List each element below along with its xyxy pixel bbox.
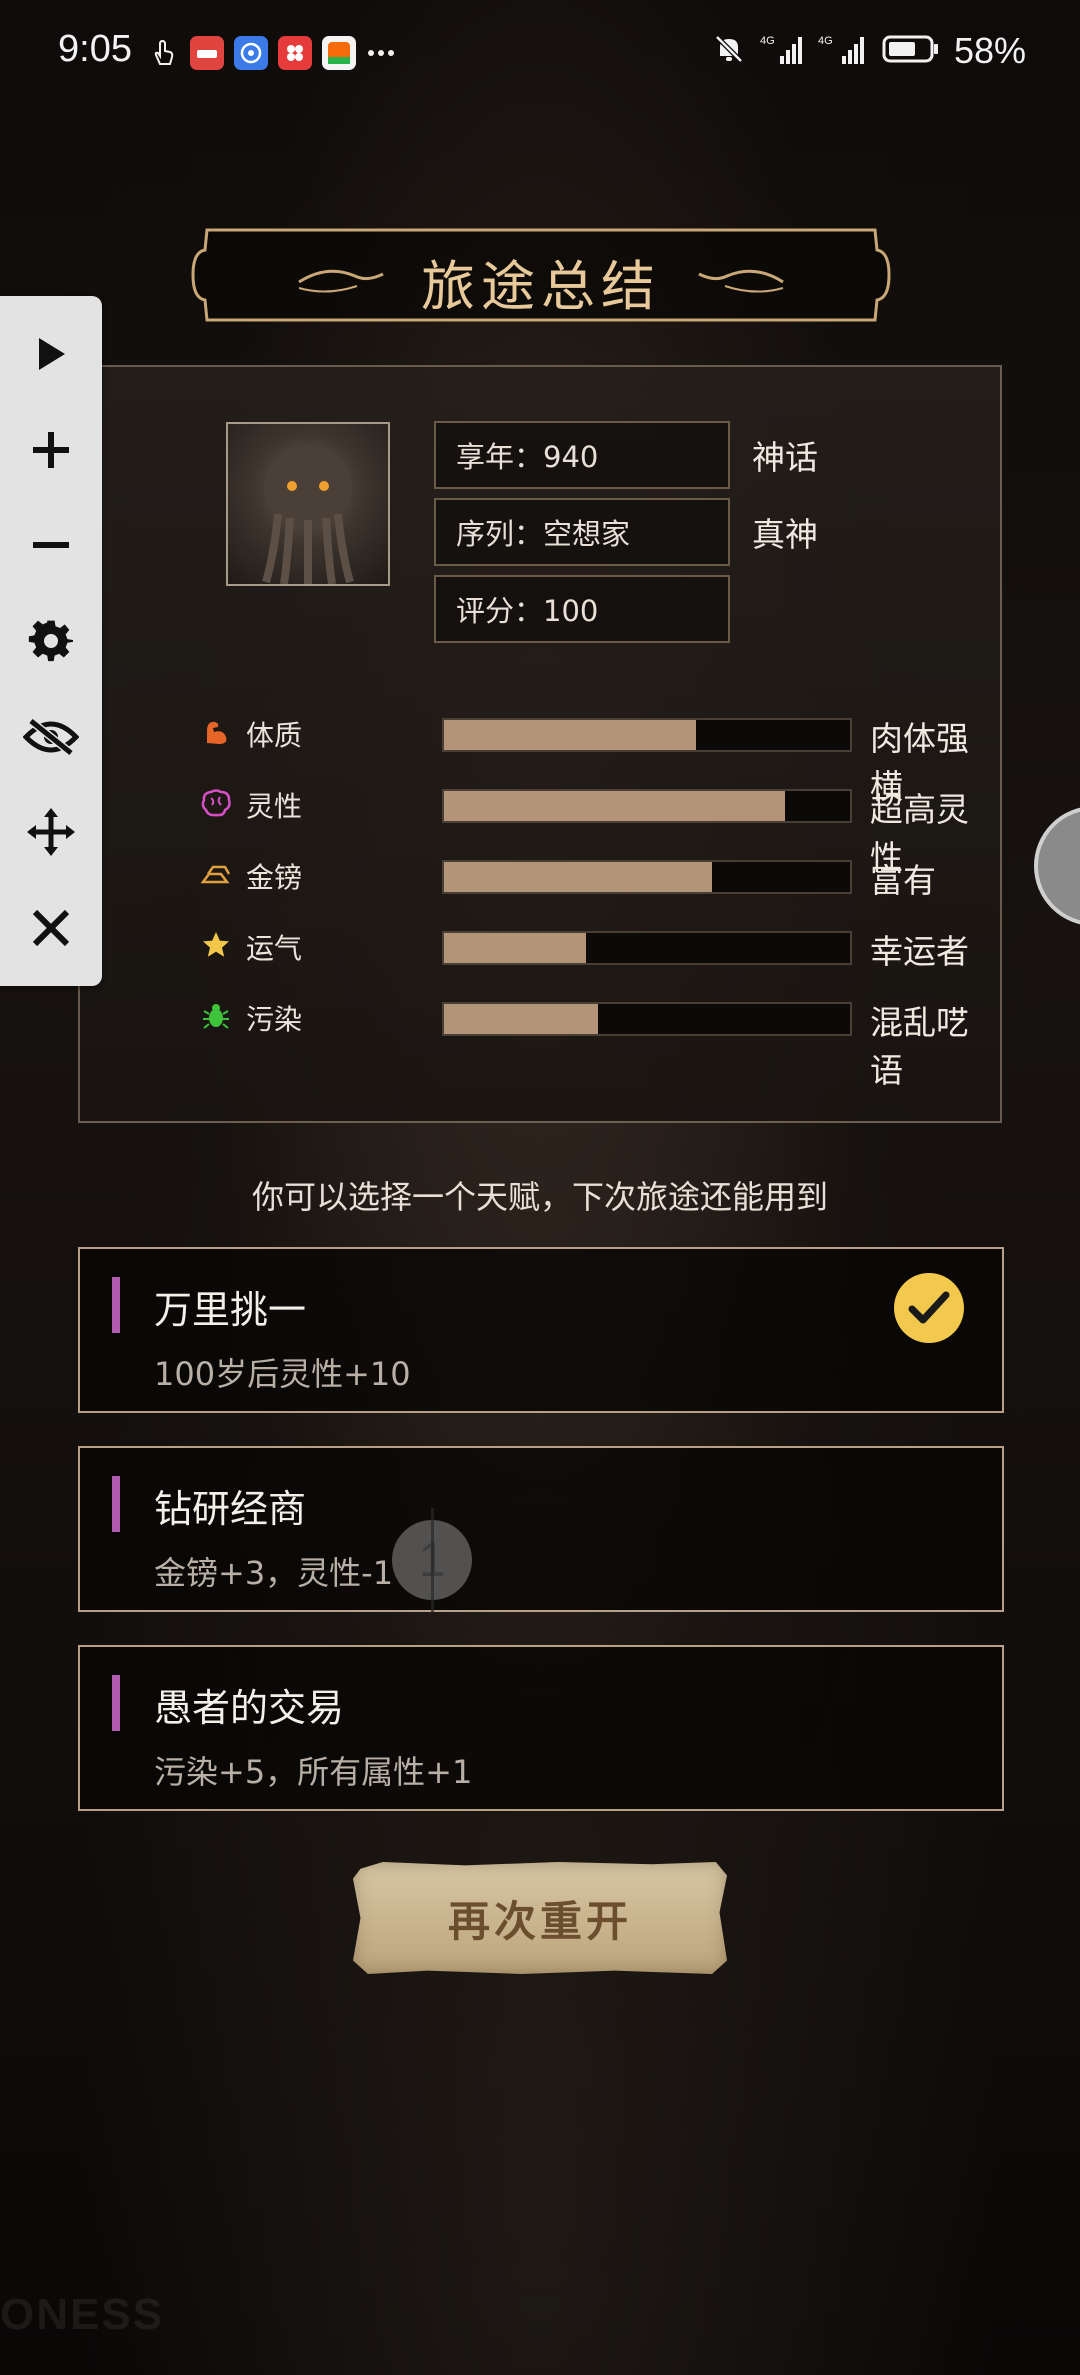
attribute-bar-fill — [444, 933, 587, 963]
watermark-text: ONESS — [0, 2290, 165, 2339]
talent-card-3[interactable]: 愚者的交易 污染+5，所有属性+1 — [78, 1645, 1004, 1811]
battery-icon — [882, 34, 940, 68]
attribute-description: 富有 — [870, 861, 936, 900]
talent-description: 金镑+3，灵性-1 — [154, 1554, 394, 1592]
svg-text:4G: 4G — [818, 35, 833, 47]
talent-title: 万里挑一 — [154, 1288, 307, 1332]
talent-title: 钻研经商 — [154, 1487, 307, 1531]
battery-percentage: 58% — [953, 30, 1026, 71]
minus-icon[interactable] — [21, 515, 81, 575]
sequence-box: 序列：空想家 — [434, 498, 730, 566]
summary-panel: 享年：940 神话 序列：空想家 真神 评分：100 体质 肉体强横 灵性 超高… — [78, 365, 1002, 1123]
sequence-tag: 真神 — [752, 515, 818, 554]
touch-icon — [146, 36, 180, 70]
status-time: 9:05 — [58, 28, 132, 70]
signal-4g-icon: 4G — [760, 32, 804, 70]
lifespan-box: 享年：940 — [434, 421, 730, 489]
talent-title: 愚者的交易 — [154, 1686, 345, 1730]
plus-icon[interactable] — [21, 420, 81, 480]
attribute-bar-fill — [444, 862, 712, 892]
attribute-row-spirituality: 灵性 超高灵性 — [198, 783, 988, 877]
talent-description: 100岁后灵性+10 — [154, 1355, 411, 1393]
talent-hint: 你可以选择一个天赋，下次旅途还能用到 — [251, 1178, 828, 1216]
attribute-label: 污染 — [246, 1003, 303, 1036]
talent-description: 污染+5，所有属性+1 — [154, 1753, 473, 1791]
touch-cursor-crosshair — [431, 1508, 434, 1612]
taobao-app-icon — [322, 36, 356, 70]
attribute-bar — [442, 860, 852, 894]
attribute-row-constitution: 体质 肉体强横 — [198, 712, 988, 806]
attribute-description: 混乱呓语 — [870, 1003, 969, 1090]
move-icon[interactable] — [21, 802, 81, 862]
floating-toolbar — [0, 296, 102, 986]
talent-card-2[interactable]: 钻研经商 金镑+3，灵性-1 — [78, 1446, 1004, 1612]
attribute-bar-fill — [444, 720, 696, 750]
signal-4g-secondary-icon: 4G — [818, 32, 868, 70]
muscle-icon — [198, 714, 234, 750]
character-portrait — [226, 422, 390, 586]
gear-icon[interactable] — [21, 611, 81, 671]
play-icon[interactable] — [21, 324, 81, 384]
status-bar: 9:05 4G 4G 58% — [0, 0, 1080, 108]
browser-app-icon — [234, 36, 268, 70]
huawei-app-icon — [190, 36, 224, 70]
attribute-row-gold: 金镑 富有 — [198, 854, 988, 900]
attribute-bar — [442, 718, 852, 752]
mute-bell-icon — [712, 32, 746, 70]
brain-icon — [198, 785, 234, 821]
attribute-bar — [442, 931, 852, 965]
attribute-row-pollution: 污染 混乱呓语 — [198, 996, 988, 1090]
talent-accent-bar — [112, 1675, 120, 1731]
close-icon[interactable] — [21, 898, 81, 958]
page-title: 旅途总结 — [421, 255, 661, 318]
attribute-label: 金镑 — [246, 861, 303, 894]
attribute-row-luck: 运气 幸运者 — [198, 925, 988, 971]
status-right: 4G 4G 58% — [712, 30, 1026, 72]
attribute-description: 幸运者 — [870, 932, 969, 971]
restart-button[interactable]: 再次重开 — [353, 1862, 727, 1974]
group-app-icon — [278, 36, 312, 70]
lifespan-tag: 神话 — [752, 438, 818, 477]
attribute-label: 灵性 — [246, 790, 303, 823]
talent-accent-bar — [112, 1277, 120, 1333]
check-icon — [894, 1273, 964, 1343]
gold-bars-icon — [198, 856, 234, 892]
talent-accent-bar — [112, 1476, 120, 1532]
restart-button-label: 再次重开 — [447, 1896, 632, 1946]
talent-card-1[interactable]: 万里挑一 100岁后灵性+10 — [78, 1247, 1004, 1413]
status-app-icons — [146, 36, 396, 70]
svg-text:4G: 4G — [760, 35, 775, 47]
attribute-label: 运气 — [246, 932, 303, 965]
attribute-label: 体质 — [246, 719, 303, 752]
bug-icon — [198, 998, 234, 1034]
score-box: 评分：100 — [434, 575, 730, 643]
attribute-bar-fill — [444, 791, 786, 821]
star-icon — [198, 927, 234, 963]
eye-off-icon[interactable] — [21, 707, 81, 767]
more-icon — [366, 36, 396, 70]
attribute-bar — [442, 1002, 852, 1036]
attribute-bar-fill — [444, 1004, 599, 1034]
title-banner: 旅途总结 — [187, 224, 895, 326]
attribute-bar — [442, 789, 852, 823]
